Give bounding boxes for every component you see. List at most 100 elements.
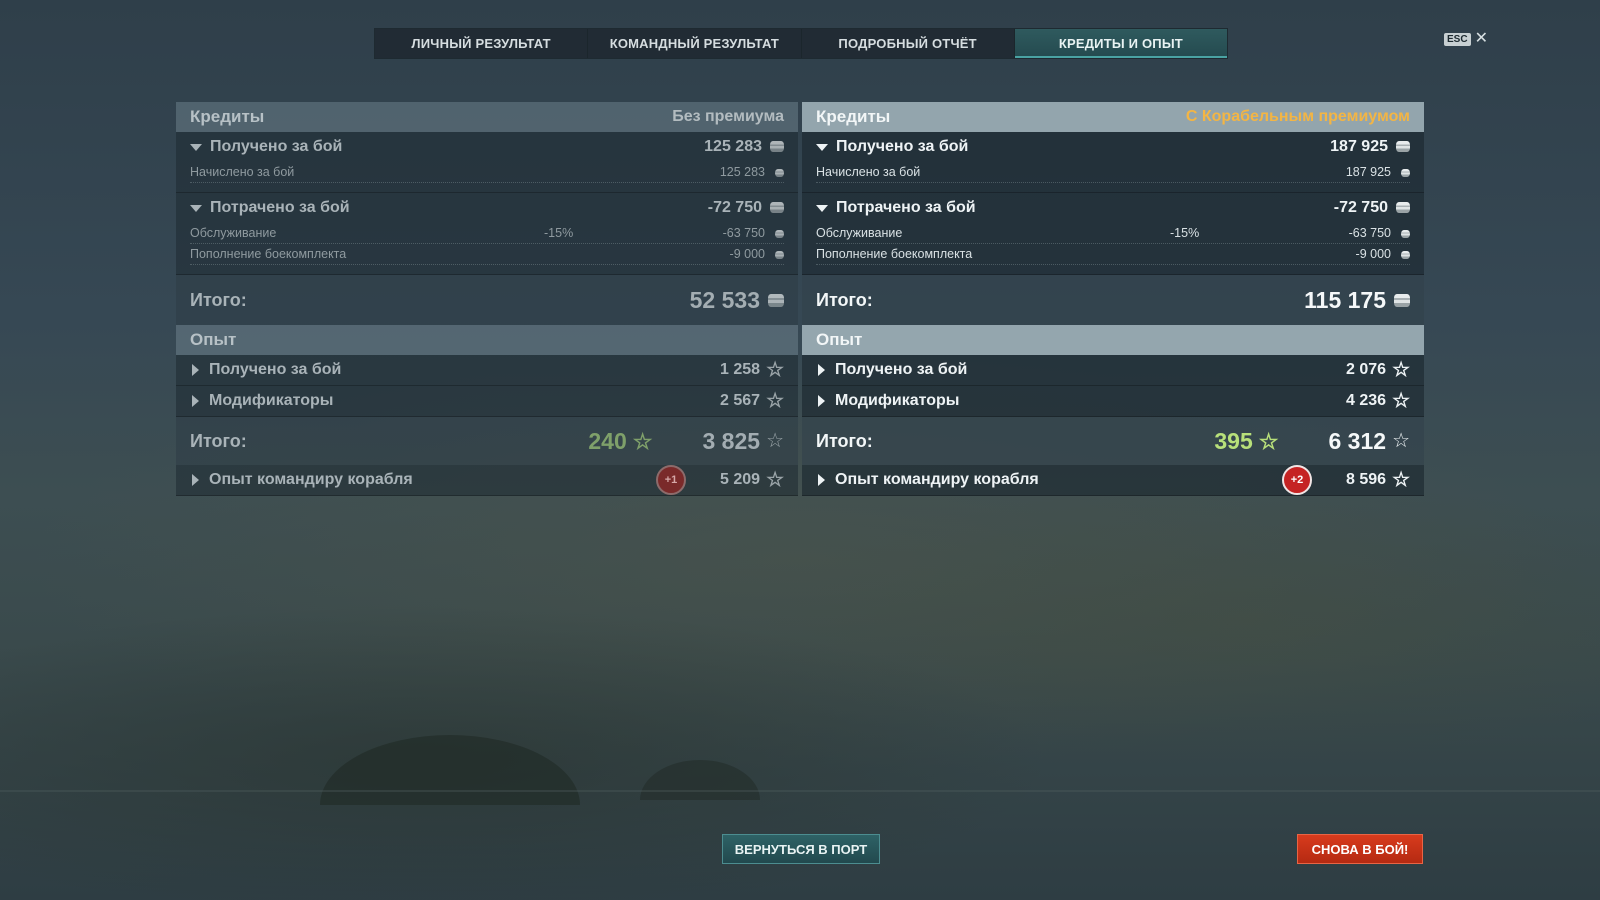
- credits-total-value: 115 175: [1304, 286, 1386, 313]
- collapse-arrow-icon[interactable]: [190, 143, 202, 151]
- mode-label: С Корабельным премиумом: [1185, 108, 1410, 125]
- credits-title: Кредиты: [816, 107, 891, 126]
- service-label: Обслуживание: [190, 226, 277, 240]
- credit-coin-icon: [1396, 141, 1410, 153]
- credit-coin-icon: [775, 168, 784, 177]
- spent-label: Потрачено за бой: [210, 199, 350, 216]
- spent-label: Потрачено за бой: [836, 199, 976, 216]
- service-discount: -15%: [544, 226, 574, 240]
- credit-coin-icon: [1401, 250, 1410, 259]
- expand-arrow-icon[interactable]: [818, 474, 825, 486]
- exp-total-label: Итого:: [816, 430, 873, 451]
- exp-total-row: Итого: 240 ☆ 3 825 ☆: [176, 417, 798, 465]
- modifiers-row[interactable]: Модификаторы 2 567 ☆: [176, 386, 798, 416]
- exp-earned-label: Получено за бой: [209, 361, 342, 378]
- service-value: -63 750: [1348, 226, 1391, 240]
- mode-label: Без премиума: [672, 108, 784, 125]
- exp-earned-value: 2 076: [1346, 361, 1387, 379]
- earned-row[interactable]: Получено за бой 125 283: [176, 132, 798, 162]
- experience-star-icon: ☆: [766, 430, 784, 452]
- credit-coin-icon: [775, 229, 784, 238]
- expand-arrow-icon[interactable]: [818, 395, 825, 407]
- earned-section: Получено за бой 125 283 Начислено за бой…: [176, 132, 798, 193]
- horizon-line: [0, 790, 1600, 792]
- credit-coin-icon: [770, 202, 784, 214]
- exp-header: Опыт: [802, 325, 1424, 355]
- exp-earned-section: Получено за бой 1 258 ☆: [176, 355, 798, 386]
- island-silhouette: [320, 735, 580, 805]
- free-exp-star-icon: ☆: [632, 429, 653, 455]
- accrued-value: 125 283: [719, 165, 765, 179]
- exp-earned-label: Получено за бой: [835, 361, 968, 378]
- accrued-row: Начислено за бой 187 925: [816, 162, 1410, 183]
- commander-exp-row[interactable]: Опыт командиру корабля +1 5 209 ☆: [176, 465, 798, 495]
- tab-team-result[interactable]: КОМАНДНЫЙ РЕЗУЛЬТАТ: [588, 29, 802, 58]
- exp-earned-value: 1 258: [720, 361, 761, 379]
- spent-row[interactable]: Потрачено за бой -72 750: [802, 193, 1424, 223]
- credit-coin-icon: [770, 141, 784, 153]
- tab-credits-and-exp[interactable]: КРЕДИТЫ И ОПЫТ: [1014, 29, 1227, 58]
- modifiers-value: 4 236: [1346, 392, 1387, 410]
- credits-total-label: Итого:: [190, 289, 247, 310]
- service-value: -63 750: [722, 226, 765, 240]
- accrued-label: Начислено за бой: [190, 165, 295, 179]
- service-label: Обслуживание: [816, 226, 903, 240]
- ammo-row: Пополнение боекомплекта -9 000: [190, 244, 784, 265]
- ammo-row: Пополнение боекомплекта -9 000: [816, 244, 1410, 265]
- tab-personal-result[interactable]: ЛИЧНЫЙ РЕЗУЛЬТАТ: [375, 29, 589, 58]
- credits-header: Кредиты С Корабельным премиумом: [802, 102, 1424, 132]
- return-to-port-button[interactable]: ВЕРНУТЬСЯ В ПОРТ: [722, 834, 880, 864]
- free-exp-value: 240: [588, 427, 627, 454]
- expand-arrow-icon[interactable]: [818, 364, 825, 376]
- collapse-arrow-icon[interactable]: [816, 204, 828, 212]
- experience-star-icon: ☆: [766, 390, 784, 412]
- ammo-value: -9 000: [1355, 247, 1391, 261]
- experience-star-icon: ☆: [766, 469, 784, 491]
- credits-total-label: Итого:: [816, 289, 873, 310]
- earned-row[interactable]: Получено за бой 187 925: [802, 132, 1424, 162]
- exp-header: Опыт: [176, 325, 798, 355]
- close-button[interactable]: ESC ✕: [1444, 31, 1488, 47]
- free-exp-group: 395 ☆: [1214, 428, 1278, 455]
- commander-exp-value: 8 596: [1346, 471, 1387, 489]
- credits-header: Кредиты Без премиума: [176, 102, 798, 132]
- collapse-arrow-icon[interactable]: [816, 143, 828, 151]
- tab-detailed-report[interactable]: ПОДРОБНЫЙ ОТЧЁТ: [802, 29, 1015, 58]
- commander-skill-badge: +1: [656, 465, 686, 495]
- accrued-value: 187 925: [1345, 165, 1391, 179]
- exp-earned-section: Получено за бой 2 076 ☆: [802, 355, 1424, 386]
- commander-exp-value: 5 209: [720, 471, 761, 489]
- experience-star-icon: ☆: [1392, 469, 1410, 491]
- credit-coin-icon: [1394, 293, 1410, 307]
- collapse-arrow-icon[interactable]: [190, 204, 202, 212]
- spent-section: Потрачено за бой -72 750 Обслуживание -1…: [176, 193, 798, 275]
- free-exp-value: 395: [1214, 427, 1253, 454]
- no-premium-panel: Кредиты Без премиума Получено за бой 125…: [176, 102, 798, 496]
- commander-exp-section: Опыт командиру корабля +2 8 596 ☆: [802, 465, 1424, 496]
- modifiers-label: Модификаторы: [835, 392, 960, 409]
- close-icon: ✕: [1474, 30, 1488, 47]
- island-silhouette: [640, 760, 760, 800]
- service-row: Обслуживание -15% -63 750: [190, 223, 784, 244]
- spent-row[interactable]: Потрачено за бой -72 750: [176, 193, 798, 223]
- exp-earned-row[interactable]: Получено за бой 1 258 ☆: [176, 355, 798, 385]
- spent-section: Потрачено за бой -72 750 Обслуживание -1…: [802, 193, 1424, 275]
- expand-arrow-icon[interactable]: [192, 474, 199, 486]
- expand-arrow-icon[interactable]: [192, 364, 199, 376]
- exp-earned-row[interactable]: Получено за бой 2 076 ☆: [802, 355, 1424, 385]
- commander-exp-label: Опыт командиру корабля: [835, 471, 1039, 488]
- experience-star-icon: ☆: [1392, 430, 1410, 452]
- spent-value: -72 750: [707, 199, 762, 216]
- credit-coin-icon: [775, 250, 784, 259]
- exp-title: Опыт: [190, 330, 237, 349]
- credit-coin-icon: [768, 293, 784, 307]
- earned-label: Получено за бой: [836, 138, 969, 155]
- modifiers-row[interactable]: Модификаторы 4 236 ☆: [802, 386, 1424, 416]
- battle-again-button[interactable]: СНОВА В БОЙ!: [1297, 834, 1423, 864]
- accrued-row: Начислено за бой 125 283: [190, 162, 784, 183]
- modifiers-section: Модификаторы 2 567 ☆: [176, 386, 798, 417]
- expand-arrow-icon[interactable]: [192, 395, 199, 407]
- credits-total-row: Итого: 52 533: [176, 275, 798, 325]
- commander-exp-row[interactable]: Опыт командиру корабля +2 8 596 ☆: [802, 465, 1424, 495]
- spent-value: -72 750: [1333, 199, 1388, 216]
